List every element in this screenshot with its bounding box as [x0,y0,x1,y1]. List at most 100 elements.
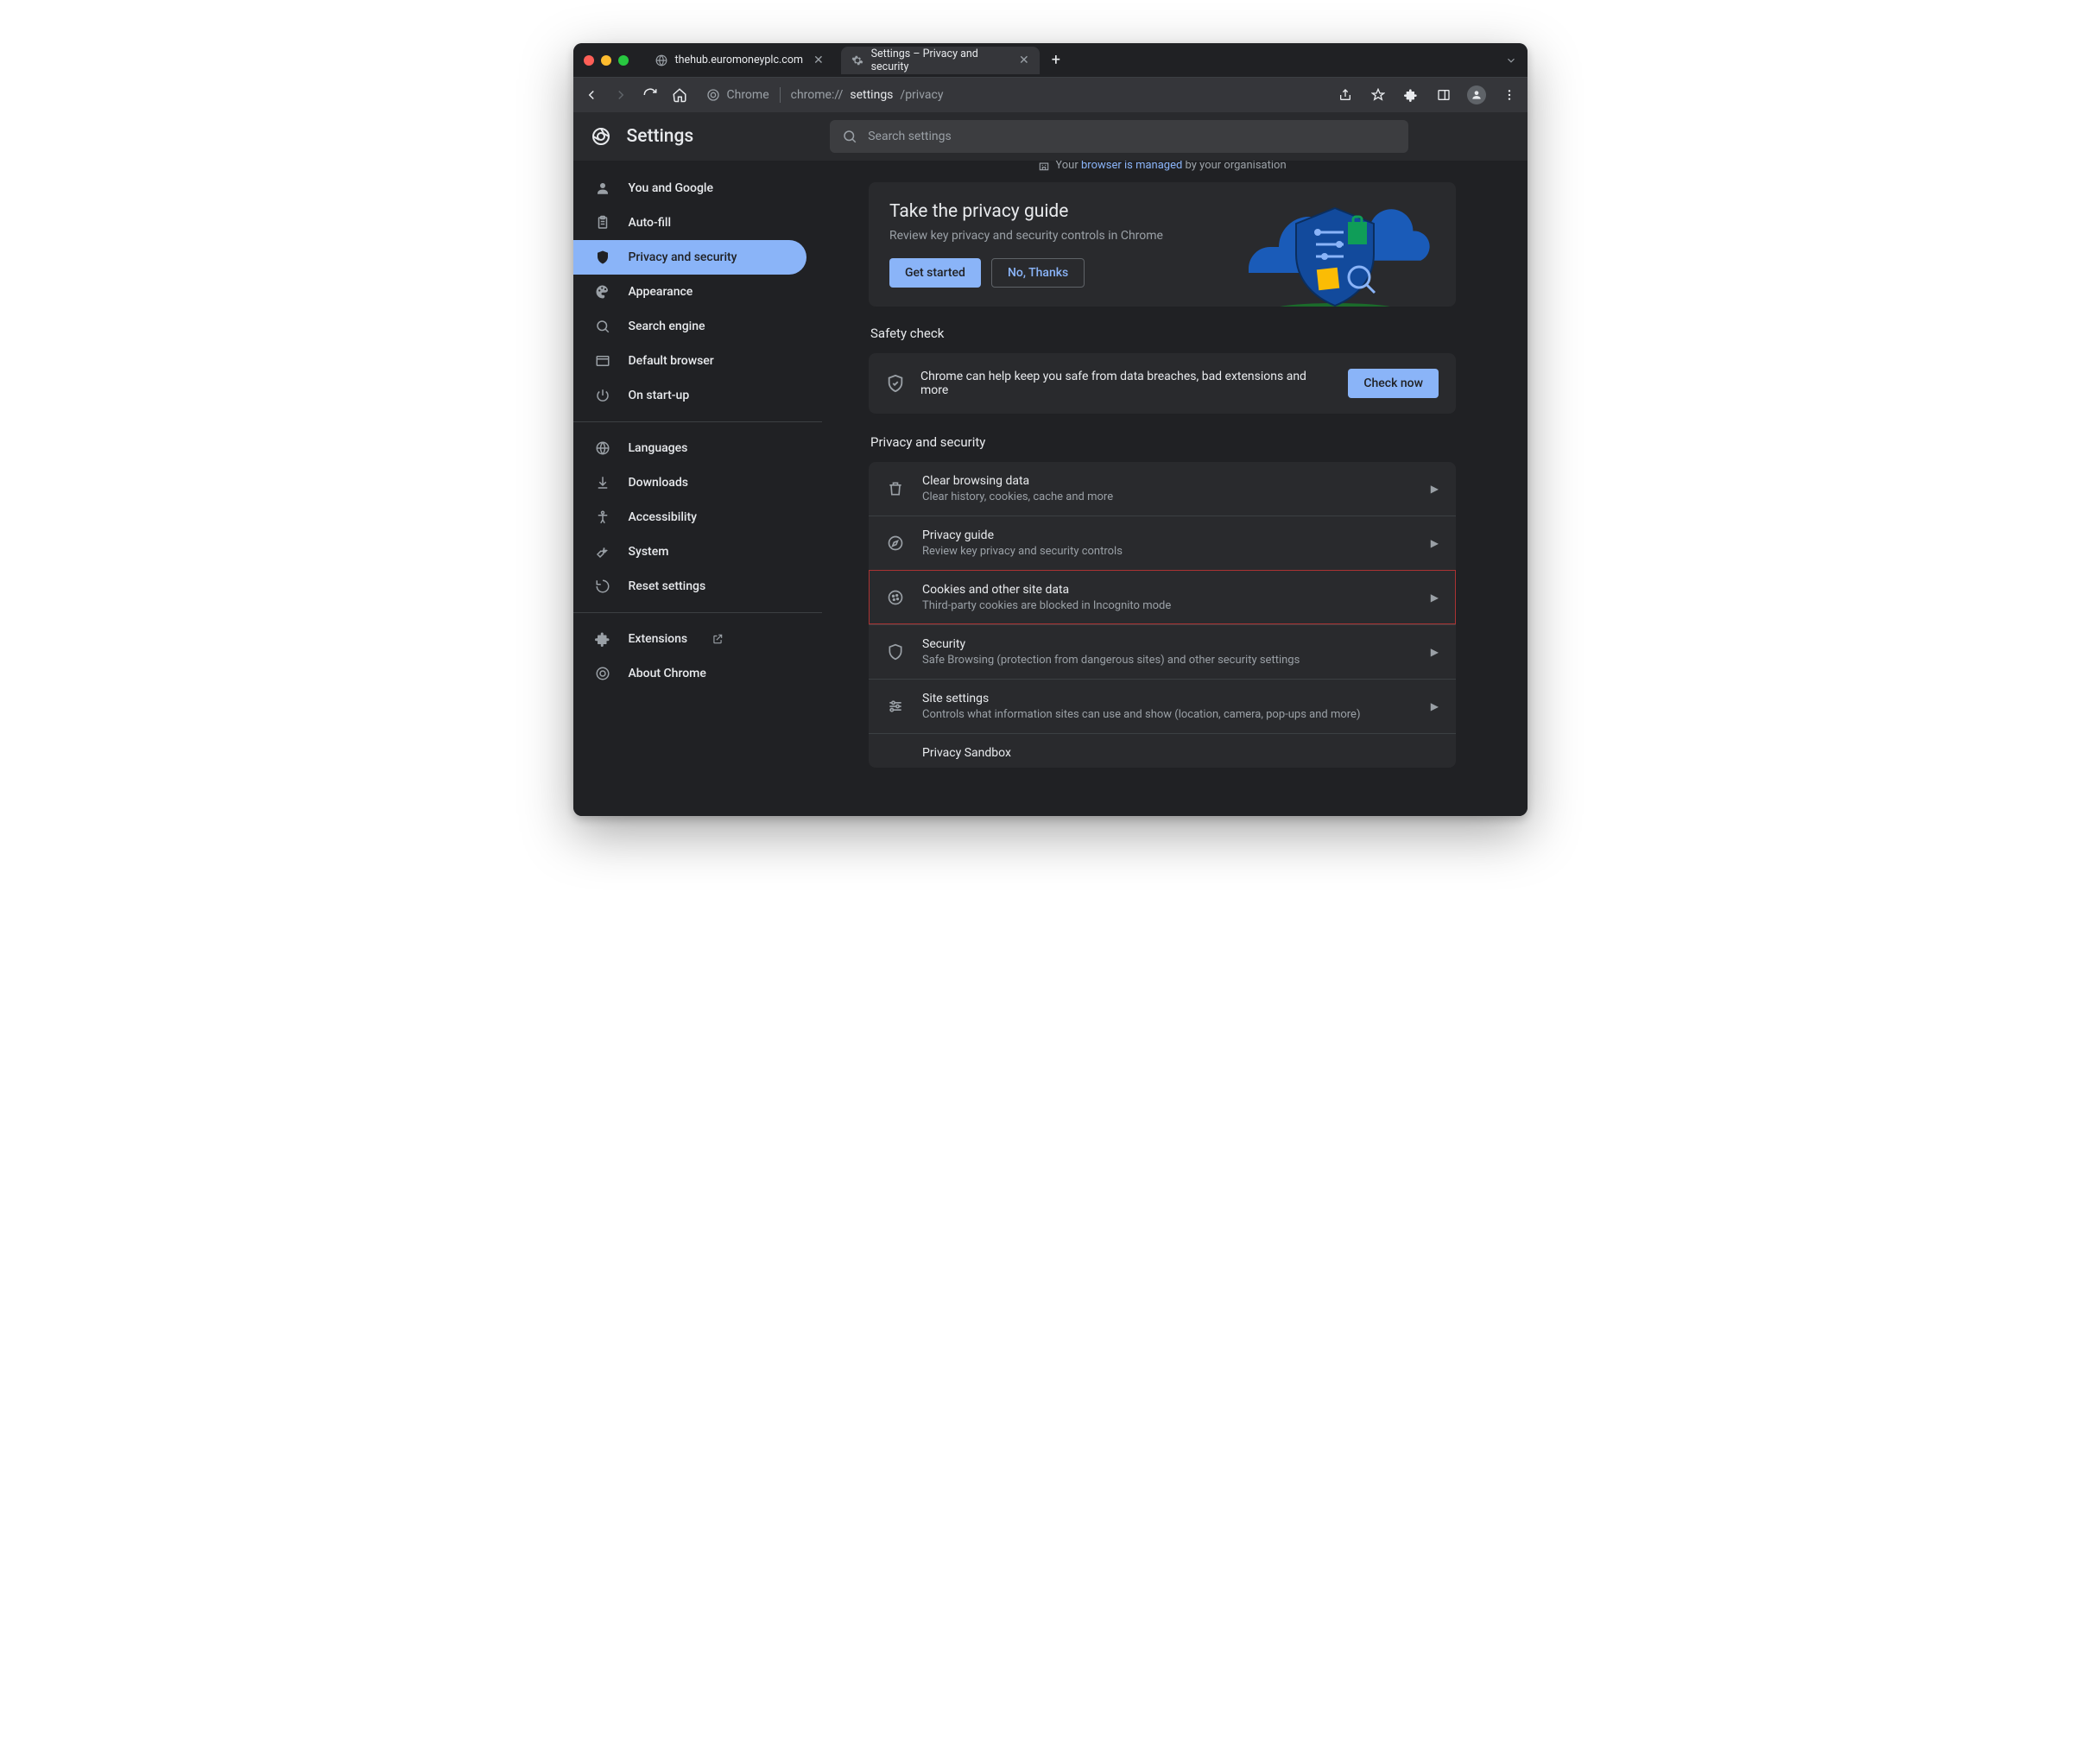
sidebar-item-label: Extensions [629,632,688,646]
sidebar-item-you-and-google[interactable]: You and Google [573,171,806,206]
sidebar-item-autofill[interactable]: Auto-fill [573,206,806,240]
divider [573,612,822,613]
compass-icon [886,535,905,552]
reload-button[interactable] [641,85,660,104]
managed-link[interactable]: browser is managed [1081,161,1182,172]
power-icon [594,387,611,404]
tab-background[interactable]: thehub.euromoneyplc.com ✕ [644,47,834,74]
wrench-icon [594,543,611,560]
window-controls [584,55,629,66]
gear-icon [851,54,864,67]
url-prefix: Chrome [727,88,769,102]
main-content: Your browser is managed by your organisa… [822,161,1528,816]
sidebar-item-default-browser[interactable]: Default browser [573,344,806,378]
privacy-guide-card: Take the privacy guide Review key privac… [869,182,1456,307]
globe-icon [594,440,611,457]
tab-active[interactable]: Settings – Privacy and security ✕ [841,47,1040,74]
close-tab-icon[interactable]: ✕ [813,54,824,67]
page-title: Settings [627,126,694,147]
sidebar-item-label: Default browser [629,354,714,368]
sidebar-item-label: Downloads [629,476,688,490]
browser-icon [594,352,611,370]
sidebar-item-label: Appearance [629,285,693,299]
chrome-logo-icon [591,126,611,147]
address-bar[interactable]: Chrome chrome://settings/privacy [699,82,1325,108]
close-tab-icon[interactable]: ✕ [1019,54,1029,67]
get-started-button[interactable]: Get started [889,258,981,288]
sidebar-item-label: Search engine [629,319,705,333]
row-title: Security [922,637,1414,651]
tab-title: thehub.euromoneyplc.com [675,54,803,66]
back-button[interactable] [582,85,601,104]
row-subtitle: Safe Browsing (protection from dangerous… [922,654,1414,667]
row-privacy-guide[interactable]: Privacy guideReview key privacy and secu… [869,516,1456,570]
share-icon[interactable] [1336,85,1355,104]
search-icon [594,318,611,335]
chrome-icon [706,88,720,102]
row-subtitle: Review key privacy and security controls [922,545,1414,558]
home-button[interactable] [670,85,689,104]
sidebar-item-appearance[interactable]: Appearance [573,275,806,309]
new-tab-button[interactable]: + [1052,51,1060,69]
download-icon [594,474,611,491]
no-thanks-button[interactable]: No, Thanks [991,258,1085,288]
section-heading: Privacy and security [870,434,1456,450]
managed-banner: Your browser is managed by your organisa… [869,161,1456,172]
row-privacy-sandbox[interactable]: Privacy Sandbox [869,733,1456,768]
bookmark-icon[interactable] [1369,85,1388,104]
row-security[interactable]: Security Safe Browsing (protection from d… [869,624,1456,679]
row-title: Cookies and other site data [922,583,1414,597]
search-settings[interactable] [830,120,1408,153]
sidebar-item-languages[interactable]: Languages [573,431,806,465]
browser-window: thehub.euromoneyplc.com ✕ Settings – Pri… [573,43,1528,816]
chevron-right-icon: ▶ [1431,700,1439,712]
restore-icon [594,578,611,595]
forward-button[interactable] [611,85,630,104]
tab-title: Settings – Privacy and security [871,47,1009,73]
row-subtitle: Controls what information sites can use … [922,708,1414,721]
sidebar-item-extensions[interactable]: Extensions [573,622,806,656]
sidebar-item-system[interactable]: System [573,535,806,569]
search-icon [842,129,857,144]
building-icon [1038,161,1050,172]
clipboard-icon [594,214,611,231]
sidebar-item-downloads[interactable]: Downloads [573,465,806,500]
maximize-window-button[interactable] [618,55,629,66]
sidebar-item-accessibility[interactable]: Accessibility [573,500,806,535]
close-window-button[interactable] [584,55,594,66]
sidebar-item-label: Auto-fill [629,216,672,230]
kebab-menu-icon[interactable] [1500,85,1519,104]
shield-check-icon [886,374,905,393]
row-title: Site settings [922,692,1414,705]
sidebar-item-label: Reset settings [629,579,706,593]
search-input[interactable] [868,130,1396,143]
row-site-settings[interactable]: Site settings Controls what information s… [869,679,1456,733]
sidebar-item-reset[interactable]: Reset settings [573,569,806,604]
privacy-illustration [1223,191,1447,307]
panel-icon[interactable] [1434,85,1453,104]
profile-avatar[interactable] [1467,85,1486,104]
row-title: Privacy Sandbox [922,746,1439,760]
tune-icon [886,698,905,715]
cookie-icon [886,589,905,606]
safety-text: Chrome can help keep you safe from data … [920,370,1332,397]
chevron-down-icon[interactable] [1505,54,1517,66]
shield-icon [886,643,905,661]
sidebar-item-search-engine[interactable]: Search engine [573,309,806,344]
safety-check-card: Chrome can help keep you safe from data … [869,353,1456,414]
person-icon [594,180,611,197]
row-cookies[interactable]: Cookies and other site dataThird-party c… [869,570,1456,624]
sidebar-item-startup[interactable]: On start-up [573,378,806,413]
sidebar-item-privacy[interactable]: Privacy and security [573,240,806,275]
accessibility-icon [594,509,611,526]
titlebar: thehub.euromoneyplc.com ✕ Settings – Pri… [573,43,1528,78]
extensions-icon[interactable] [1401,85,1420,104]
sidebar-item-about[interactable]: About Chrome [573,656,806,691]
sidebar-item-label: You and Google [629,181,713,195]
sidebar-item-label: About Chrome [629,667,706,680]
sidebar-item-label: On start-up [629,389,690,402]
minimize-window-button[interactable] [601,55,611,66]
row-clear-browsing-data[interactable]: Clear browsing dataClear history, cookie… [869,462,1456,516]
check-now-button[interactable]: Check now [1348,369,1439,398]
url-path: settings [850,88,893,102]
